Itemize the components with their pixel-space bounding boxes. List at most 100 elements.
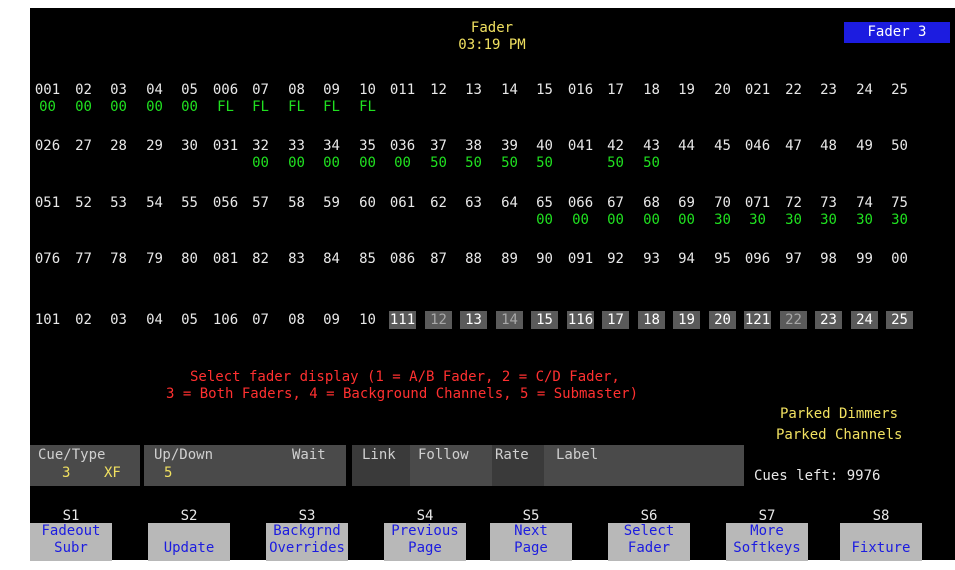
channel-number: 84 bbox=[323, 251, 340, 267]
follow-field[interactable]: Follow bbox=[410, 445, 492, 486]
channel-number: 80 bbox=[181, 251, 198, 267]
channel-level: 50 bbox=[501, 155, 518, 171]
softkey-s7-button[interactable]: More Softkeys bbox=[726, 523, 808, 561]
softkey-s2-button[interactable]: Update bbox=[148, 523, 230, 561]
channel-number: 24 bbox=[851, 311, 878, 329]
channel-number: 09 bbox=[323, 312, 340, 328]
channel-number: 076 bbox=[34, 251, 61, 267]
channel-row-5: 101 02 03 04 05 106 07 08 09 10 111 12 13 14 15 116 17 18… bbox=[30, 311, 955, 351]
channel-level: 00 bbox=[572, 212, 589, 228]
channel-number: 69 bbox=[678, 195, 695, 211]
channel-number: 22 bbox=[785, 82, 802, 98]
softkey-s1-button[interactable]: Fadeout Subr bbox=[30, 523, 112, 561]
channel-number: 75 bbox=[891, 195, 908, 211]
rate-field[interactable]: Rate bbox=[492, 445, 544, 486]
channel-number: 38 bbox=[465, 138, 482, 154]
channel-level: 00 bbox=[252, 155, 269, 171]
softkey-s3-button[interactable]: Backgrnd Overrides bbox=[266, 523, 348, 561]
channel-number: 23 bbox=[820, 82, 837, 98]
softkey-s4-button[interactable]: Previous Page bbox=[384, 523, 466, 561]
softkey-number: S4 bbox=[416, 508, 434, 524]
softkey-number: S3 bbox=[298, 508, 316, 524]
channel-number: 50 bbox=[891, 138, 908, 154]
softkey-s8-button[interactable]: Fixture bbox=[840, 523, 922, 561]
channel-number: 77 bbox=[75, 251, 92, 267]
channel-number: 031 bbox=[212, 138, 239, 154]
cue-value: 3 bbox=[62, 465, 71, 481]
channel-number: 10 bbox=[359, 312, 376, 328]
channel-number: 65 bbox=[536, 195, 553, 211]
cue-type-label: Cue/Type bbox=[38, 447, 106, 463]
channel-number: 04 bbox=[146, 312, 163, 328]
channel-level: 30 bbox=[749, 212, 766, 228]
channel-number: 25 bbox=[886, 311, 913, 329]
channel-number: 011 bbox=[389, 82, 416, 98]
channel-level: FL bbox=[359, 99, 376, 115]
channel-number: 30 bbox=[181, 138, 198, 154]
softkey-s6-button[interactable]: Select Fader bbox=[608, 523, 690, 561]
channel-number: 98 bbox=[820, 251, 837, 267]
channel-number: 041 bbox=[567, 138, 594, 154]
channel-number: 051 bbox=[34, 195, 61, 211]
channel-number: 49 bbox=[856, 138, 873, 154]
label-label: Label bbox=[556, 447, 599, 463]
channel-number: 106 bbox=[212, 312, 239, 328]
channel-number: 99 bbox=[856, 251, 873, 267]
channel-number: 92 bbox=[607, 251, 624, 267]
channel-number: 20 bbox=[709, 311, 736, 329]
channel-row-1: 001 00 02 00 03 00 04 00 05 00 006 FL 07 FL 08 FL 09 FL 10… bbox=[30, 81, 955, 121]
console-display: Fader 03:19 PM Fader 3 001 00 02 00 03 00 04 00… bbox=[30, 8, 955, 561]
channel-number: 24 bbox=[856, 82, 873, 98]
channel-row-2: 026 27 28 29 30 031 32 00 33 00 34 00 35 00 036 00 37 50 3… bbox=[30, 137, 955, 177]
channel-number: 60 bbox=[359, 195, 376, 211]
channel-number: 046 bbox=[744, 138, 771, 154]
channel-level: 00 bbox=[323, 155, 340, 171]
channel-number: 101 bbox=[34, 312, 61, 328]
softkey-label-line-1 bbox=[840, 523, 922, 540]
link-field[interactable]: Link bbox=[352, 445, 410, 486]
channel-number: 121 bbox=[744, 311, 771, 329]
channel-number: 18 bbox=[643, 82, 660, 98]
channel-number: 42 bbox=[607, 138, 624, 154]
channel-number: 82 bbox=[252, 251, 269, 267]
channel-level: 00 bbox=[110, 99, 127, 115]
channel-level: 00 bbox=[75, 99, 92, 115]
channel-number: 27 bbox=[75, 138, 92, 154]
channel-number: 70 bbox=[714, 195, 731, 211]
softkey-s5-button[interactable]: Next Page bbox=[490, 523, 572, 561]
channel-number: 28 bbox=[110, 138, 127, 154]
parked-channels: Parked Channels bbox=[776, 427, 903, 443]
softkey-label-line-1: Backgrnd bbox=[273, 523, 341, 539]
channel-number: 35 bbox=[359, 138, 376, 154]
softkey-label-line-1 bbox=[148, 523, 230, 540]
softkey-label-line-2: Overrides bbox=[269, 540, 345, 556]
channel-number: 94 bbox=[678, 251, 695, 267]
softkey-number: S8 bbox=[872, 508, 890, 524]
softkey-label-line-2: Softkeys bbox=[733, 540, 801, 556]
channel-number: 13 bbox=[460, 311, 487, 329]
channel-number: 53 bbox=[110, 195, 127, 211]
softkey-number: S2 bbox=[180, 508, 198, 524]
channel-level: FL bbox=[323, 99, 340, 115]
channel-number: 00 bbox=[891, 251, 908, 267]
channel-number: 116 bbox=[567, 311, 594, 329]
channel-number: 04 bbox=[146, 82, 163, 98]
channel-level: 00 bbox=[288, 155, 305, 171]
channel-level: 00 bbox=[39, 99, 56, 115]
channel-level: 00 bbox=[607, 212, 624, 228]
link-label: Link bbox=[362, 447, 396, 463]
channel-number: 03 bbox=[110, 82, 127, 98]
channel-number: 08 bbox=[288, 312, 305, 328]
channel-level: FL bbox=[252, 99, 269, 115]
softkey-number: S7 bbox=[758, 508, 776, 524]
channel-number: 036 bbox=[389, 138, 416, 154]
softkey-label-line-1: Next bbox=[514, 523, 548, 539]
cue-type-field[interactable]: Cue/Type 3 XF bbox=[30, 445, 140, 486]
channel-number: 47 bbox=[785, 138, 802, 154]
label-field[interactable]: Label bbox=[544, 445, 744, 486]
channel-number: 23 bbox=[815, 311, 842, 329]
cues-left: Cues left: 9976 bbox=[754, 468, 881, 484]
channel-level: 00 bbox=[643, 212, 660, 228]
updown-field[interactable]: Up/Down 5 Wait bbox=[144, 445, 346, 486]
channel-number: 15 bbox=[531, 311, 558, 329]
